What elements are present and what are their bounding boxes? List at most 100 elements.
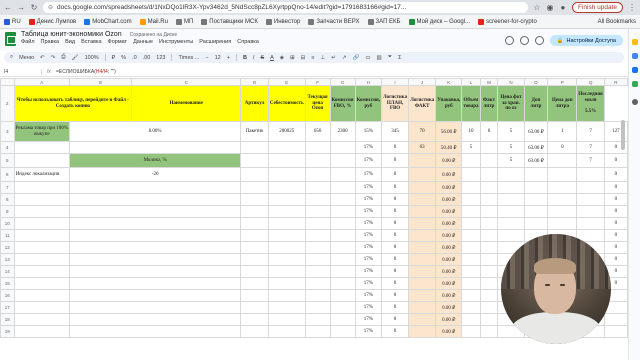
cell-r[interactable]: 0 [603,181,628,194]
chart-icon[interactable]: ▥ [377,55,382,61]
column-header[interactable]: E [267,78,306,86]
row-header[interactable]: 15 [0,277,15,290]
cell-b[interactable] [69,193,242,206]
cell-d[interactable] [240,141,269,154]
cell-i[interactable]: 0 [380,229,410,242]
cell-k[interactable]: 0.00 ₽ [435,301,463,314]
column-header[interactable]: M [479,78,499,86]
instruction-cell[interactable]: Чтобы использовать таблицу, перейдите в … [13,85,133,122]
cell-i[interactable]: 0 [380,217,410,230]
cell-n[interactable] [497,193,525,206]
redo-icon[interactable]: ↷ [51,55,56,61]
bold-button[interactable]: B [243,55,247,61]
row-header[interactable]: 3 [0,121,15,142]
cell-e[interactable] [267,153,306,168]
cell-k[interactable]: 56.00 ₽ [435,121,463,142]
currency-format-button[interactable]: ₽ [112,55,116,61]
bookmark-item[interactable]: Мой диск – Googl... [408,18,470,25]
bookmark-item[interactable]: RU [4,18,21,25]
more-formats-button[interactable]: 123 [156,55,165,61]
cell-a[interactable] [13,313,71,326]
column-header[interactable]: N [497,78,525,86]
functions-icon[interactable]: Σ [398,55,401,61]
cell-m[interactable] [479,277,499,290]
cell-g[interactable] [329,253,356,266]
column-header[interactable]: R [603,78,628,86]
cell-g[interactable] [329,181,356,194]
column-header[interactable]: L [461,78,481,86]
cell-l[interactable] [461,265,481,278]
zoom-select[interactable]: 100% [85,55,99,61]
font-size-decrease[interactable]: − [205,55,208,61]
name-box[interactable]: I4 [0,68,42,75]
valign-icon[interactable]: ⊥ [320,55,325,61]
cell-l[interactable] [461,301,481,314]
cell-k[interactable]: 0.00 ₽ [435,313,463,326]
keep-icon[interactable] [632,39,638,45]
cell-n[interactable] [497,181,525,194]
column-header[interactable]: K [435,78,463,86]
cell-e[interactable] [267,277,306,290]
cell-n[interactable] [497,217,525,230]
undo-icon[interactable]: ↶ [40,55,45,61]
cell-j[interactable] [408,265,437,278]
comments-icon[interactable] [519,36,529,45]
bookmark-item[interactable]: ЗАП ЕКБ [367,18,401,25]
cell-l[interactable] [461,153,481,168]
cell-e[interactable] [267,253,306,266]
column-header[interactable]: A [13,78,71,86]
cell-m[interactable] [479,229,499,242]
cell-j[interactable] [408,217,437,230]
header-packaging[interactable]: Упаковка, руб [435,85,463,122]
cell-b[interactable] [69,313,242,326]
cell-g[interactable] [329,301,356,314]
cell-e[interactable] [267,301,306,314]
cell-k[interactable]: 0.00 ₽ [435,265,463,278]
cell-l[interactable] [461,289,481,302]
cell-e[interactable] [267,193,306,206]
menu-item[interactable]: Справка [237,39,259,45]
cell-d[interactable] [240,277,269,290]
menu-search[interactable]: Меню [19,55,34,61]
bookmark-star-icon[interactable]: ☆ [533,3,541,12]
header-liters[interactable]: Доп литр [523,85,549,122]
cell-n[interactable]: 5 [497,141,525,154]
cell-r[interactable]: 0 [603,217,628,230]
cell-l[interactable] [461,277,481,290]
cell-f[interactable] [304,141,331,154]
select-all-corner[interactable] [0,78,15,86]
cell-r[interactable]: 0 [603,153,628,168]
cell-i[interactable]: 0 [380,325,410,338]
row-header[interactable]: 9 [0,205,15,218]
cell-h[interactable]: 17% [354,241,382,254]
cell-q[interactable]: 7 [576,153,605,168]
cell-g[interactable] [329,205,356,218]
align-icon[interactable]: ≡ [311,55,314,61]
cell-b[interactable]: Молоко, % [69,153,242,168]
cell-j[interactable] [408,277,437,290]
reload-icon[interactable]: ↻ [30,3,38,12]
cell-g[interactable] [329,193,356,206]
cell-h[interactable]: 17% [354,205,382,218]
cell-k[interactable]: 0.00 ₽ [435,205,463,218]
cell-l[interactable]: 5 [461,141,481,154]
cell-b[interactable]: -20 [69,167,242,182]
cell-h[interactable]: 17% [354,193,382,206]
filter-icon[interactable]: ⏷ [388,54,392,61]
cell-o[interactable] [523,217,549,230]
paint-format-icon[interactable]: 🖌 [72,55,79,61]
cell-m[interactable] [479,313,499,326]
header-article[interactable]: Артикул [240,85,269,122]
increase-decimal-button[interactable]: .00 [143,55,151,61]
percent-format-button[interactable]: % [121,55,126,61]
cell-e[interactable] [267,217,306,230]
cell-o[interactable] [523,167,549,182]
strikethrough-button[interactable]: S [260,55,264,61]
column-header[interactable]: O [523,78,549,86]
menu-item[interactable]: Инструменты [159,39,193,45]
header-commission-pct[interactable]: Комиссия FBO, % [329,85,356,122]
header-storage-price[interactable]: Цена фот за хран. по оз [497,85,525,122]
cell-a[interactable] [13,229,71,242]
cell-a[interactable] [13,153,71,168]
menu-item[interactable]: Вставка [81,39,101,45]
